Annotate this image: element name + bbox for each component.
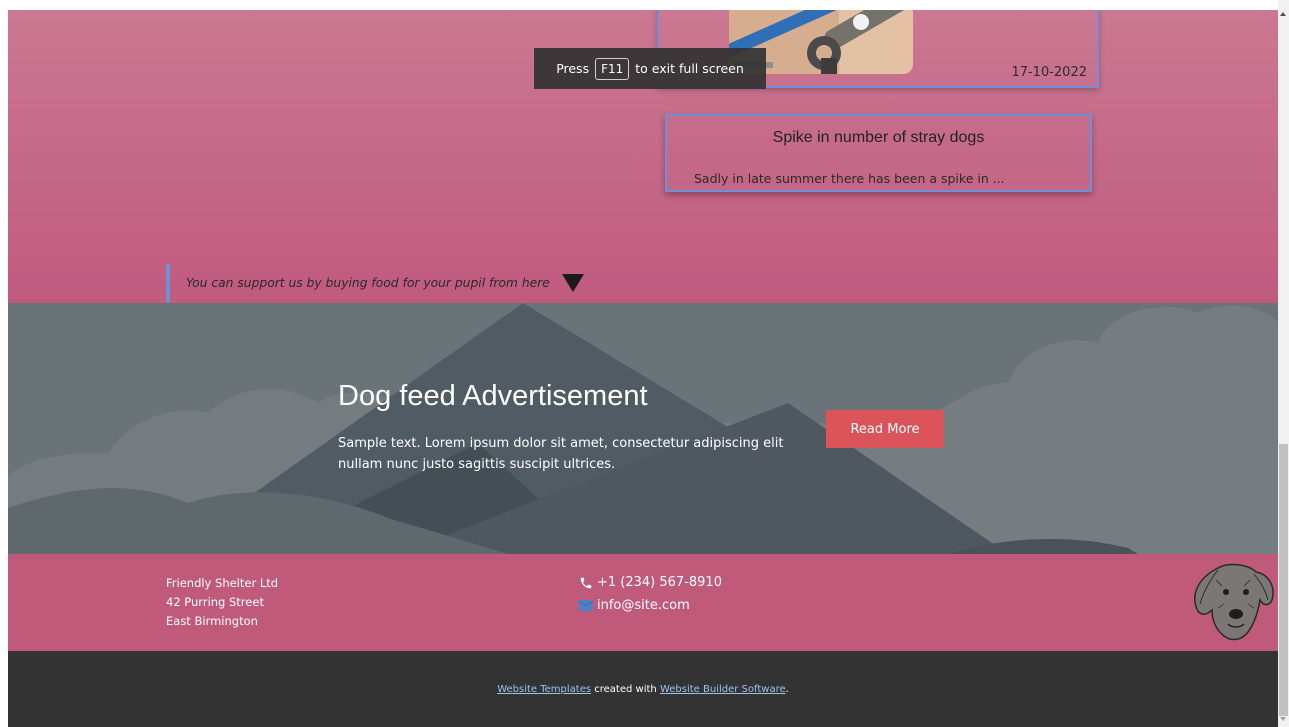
support-callout: You can support us by buying food for yo… — [166, 264, 584, 302]
street-address: 42 Purring Street — [166, 595, 264, 609]
ad-title: Dog feed Advertisement — [338, 380, 648, 412]
website-builder-link[interactable]: Website Builder Software — [660, 684, 786, 695]
company-name: Friendly Shelter Ltd — [166, 576, 279, 590]
phone-icon — [579, 576, 593, 590]
phone-line[interactable]: +1 (234) 567-8910 — [579, 575, 722, 590]
vertical-scrollbar[interactable] — [1278, 0, 1289, 727]
news-card-stray-dogs[interactable]: Spike in number of stray dogs Sadly in l… — [665, 114, 1092, 192]
news-section: 17-10-2022 Spike in number of stray dogs… — [8, 10, 1278, 303]
toast-rest-text: to exit full screen — [635, 61, 744, 76]
toast-key: F11 — [595, 57, 630, 80]
footer-created-text: created with — [594, 683, 657, 695]
news-card-title[interactable]: Spike in number of stray dogs — [667, 129, 1090, 147]
mountains-background — [8, 303, 1278, 554]
phone-number: +1 (234) 567-8910 — [597, 575, 722, 590]
address-block: Friendly Shelter Ltd 42 Purring Street E… — [166, 574, 278, 631]
support-text: You can support us by buying food for yo… — [186, 276, 550, 290]
news-card-date: 17-10-2022 — [1011, 65, 1087, 80]
toast-press-text: Press — [556, 61, 590, 76]
news-card-excerpt: Sadly in late summer there has been a sp… — [694, 171, 1005, 186]
ad-text: Sample text. Lorem ipsum dolor sit amet,… — [338, 436, 784, 472]
website-templates-link[interactable]: Website Templates — [497, 684, 591, 695]
contact-section: Friendly Shelter Ltd 42 Purring Street E… — [8, 554, 1278, 651]
read-more-button[interactable]: Read More — [826, 410, 944, 448]
page: 17-10-2022 Spike in number of stray dogs… — [8, 10, 1278, 727]
dog-logo-image — [1188, 560, 1278, 651]
email-address: info@site.com — [597, 598, 690, 613]
city-address: East Birmington — [166, 614, 258, 628]
fullscreen-toast: Press F11 to exit full screen — [534, 48, 766, 89]
advertisement-section: Dog feed Advertisement Sample text. Lore… — [8, 303, 1278, 554]
email-line[interactable]: info@site.com — [579, 598, 690, 613]
scrollbar-thumb[interactable] — [1279, 444, 1288, 716]
scroll-up-arrow-icon[interactable] — [1280, 12, 1286, 16]
site-footer: Website Templates created with Website B… — [8, 651, 1278, 727]
scroll-down-arrow-icon[interactable] — [1280, 717, 1286, 721]
envelope-icon — [579, 600, 593, 611]
footer-period: . — [785, 683, 789, 695]
triangle-down-icon[interactable] — [561, 274, 584, 292]
